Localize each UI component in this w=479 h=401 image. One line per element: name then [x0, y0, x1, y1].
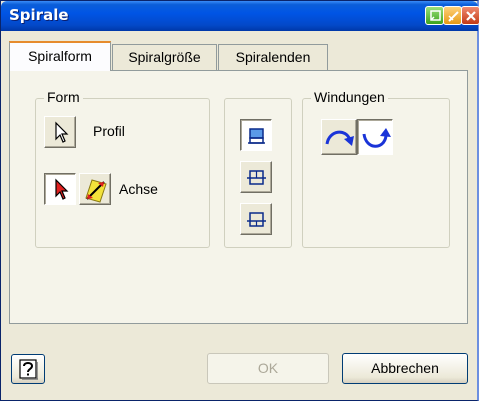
profile-label: Profil [93, 123, 125, 139]
counterclockwise-button[interactable] [357, 119, 393, 155]
output-top-button[interactable] [240, 119, 272, 151]
spirale-dialog: Spirale Spiralform Spiralgröße Spiralend… [0, 0, 479, 401]
axis-flip-icon [85, 179, 107, 203]
output-options-group [224, 98, 292, 248]
tab-spiralform[interactable]: Spiralform [9, 41, 111, 71]
title-help-button[interactable] [425, 6, 444, 25]
axis-select-button[interactable] [44, 173, 76, 205]
windings-group-label: Windungen [311, 89, 388, 105]
axis-label: Achse [119, 181, 158, 197]
help-icon [19, 359, 38, 380]
title-context-button[interactable] [443, 6, 462, 25]
output-middle-icon [247, 170, 266, 185]
help-button[interactable] [11, 354, 45, 384]
counterclockwise-icon [362, 128, 391, 148]
form-group-label: Form [44, 89, 83, 105]
form-group: Form Profil Achse [35, 89, 210, 248]
cursor-arrow-icon [55, 121, 69, 143]
close-button[interactable] [461, 6, 479, 25]
output-bottom-button[interactable] [240, 203, 272, 235]
windings-group: Windungen [302, 89, 450, 248]
axis-flip-button[interactable] [79, 173, 111, 205]
tab-spiralenden[interactable]: Spiralenden [218, 44, 328, 70]
window-title: Spirale [9, 6, 69, 24]
clockwise-icon [325, 130, 354, 146]
tab-spiralgroesse[interactable]: Spiralgröße [112, 44, 217, 70]
cancel-button[interactable]: Abbrechen [342, 353, 468, 384]
ok-button[interactable]: OK [207, 353, 329, 384]
title-bar[interactable]: Spirale [1, 1, 479, 31]
output-top-icon [248, 128, 265, 144]
clockwise-button[interactable] [321, 119, 357, 155]
red-cursor-arrow-icon [55, 178, 69, 200]
tab-panel-spiralform: Form Profil Achse Windungen [9, 70, 468, 324]
close-icon [466, 11, 476, 21]
output-middle-button[interactable] [240, 161, 272, 193]
profile-select-button[interactable] [44, 116, 76, 148]
output-bottom-icon [247, 212, 266, 227]
